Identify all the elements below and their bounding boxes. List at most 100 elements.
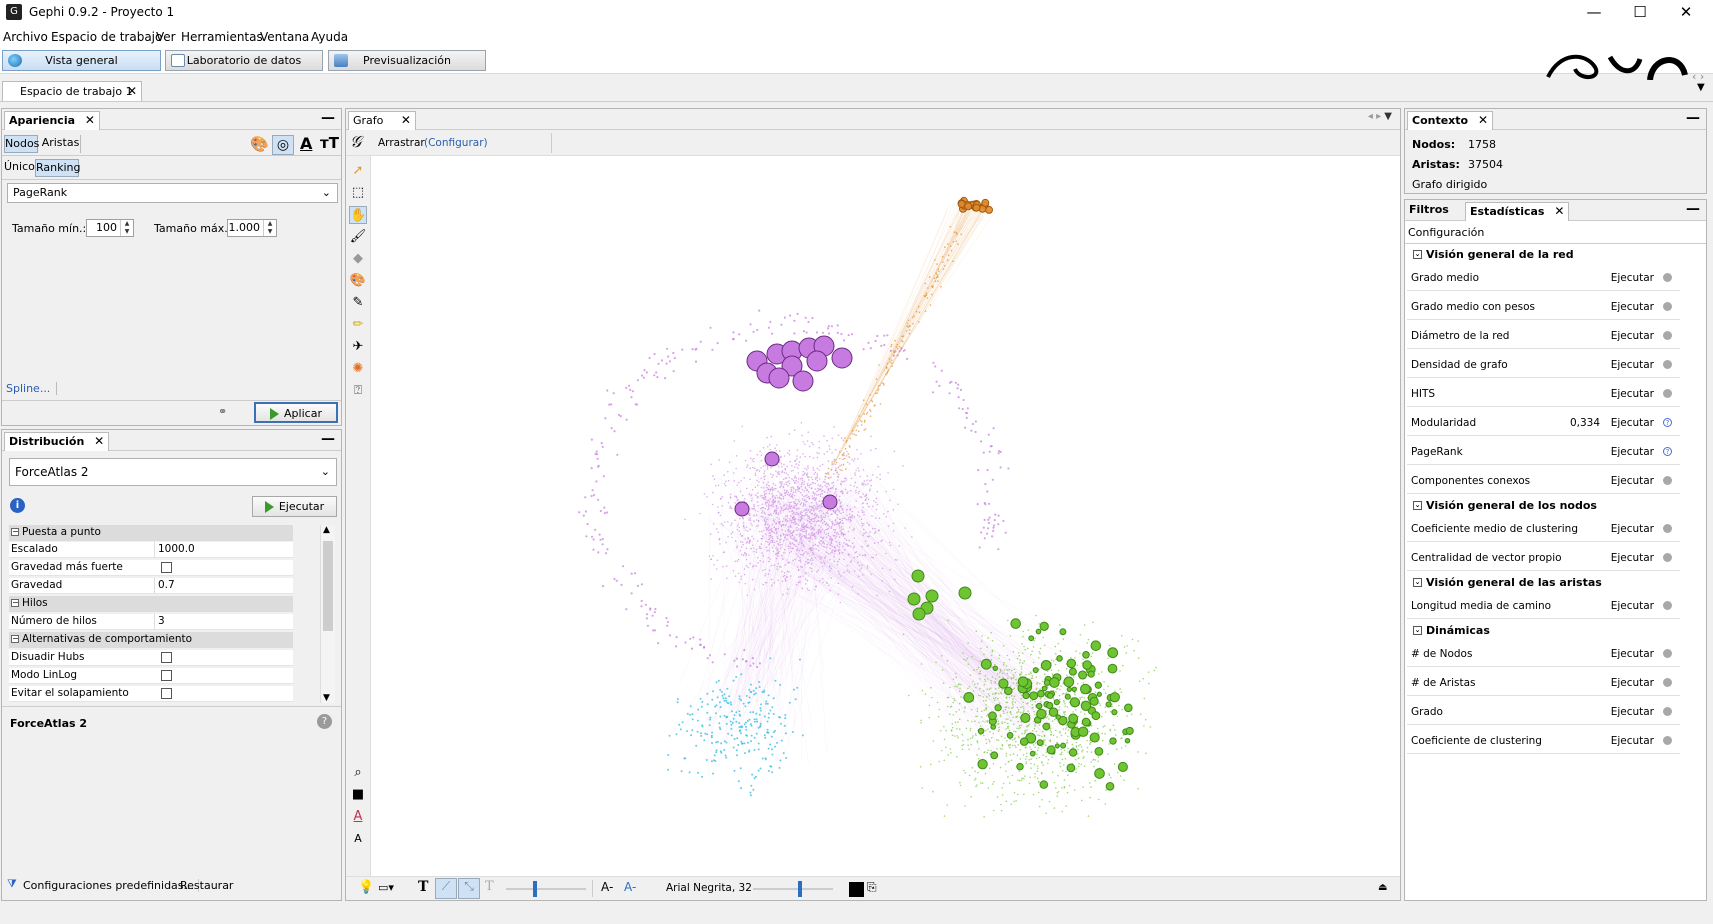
graph-node[interactable] (717, 484, 720, 487)
graph-node[interactable] (1104, 725, 1106, 727)
graph-node[interactable] (792, 469, 794, 472)
graph-node[interactable] (767, 481, 769, 484)
graph-node[interactable] (1063, 699, 1065, 702)
graph-node[interactable] (863, 523, 865, 525)
graph-node[interactable] (696, 730, 699, 733)
graph-node[interactable] (727, 521, 729, 523)
graph-node[interactable] (770, 488, 772, 490)
graph-node[interactable] (787, 520, 789, 522)
prop-value[interactable]: 0.7 (154, 578, 175, 593)
graph-node[interactable] (853, 506, 856, 508)
graph-node[interactable] (825, 533, 827, 535)
graph-node[interactable] (801, 479, 804, 482)
graph-node[interactable] (859, 419, 862, 422)
diamond-icon[interactable]: ◆ (349, 250, 367, 268)
graph-node[interactable] (759, 767, 762, 770)
graph-node[interactable] (975, 785, 977, 788)
graph-node[interactable] (1059, 698, 1061, 701)
graph-node[interactable] (744, 705, 747, 708)
graph-node[interactable] (1043, 673, 1046, 675)
graph-node[interactable] (688, 771, 691, 774)
graph-node[interactable] (827, 512, 829, 515)
graph-node[interactable] (976, 707, 979, 710)
graph-node[interactable] (984, 772, 987, 775)
rectangle-select-icon[interactable]: ⬚ (349, 184, 367, 202)
graph-node[interactable] (819, 558, 822, 560)
graph-node[interactable] (768, 506, 770, 508)
graph-node[interactable] (823, 546, 826, 548)
graph-node[interactable] (788, 561, 790, 564)
graph-node[interactable] (602, 475, 605, 478)
graph-node[interactable] (1030, 767, 1032, 769)
graph-node[interactable] (1077, 682, 1079, 685)
graph-node[interactable] (1063, 676, 1075, 688)
graph-node[interactable] (993, 524, 996, 527)
graph-node[interactable] (792, 559, 794, 562)
graph-node[interactable] (1011, 707, 1013, 709)
graph-node[interactable] (814, 588, 816, 591)
graph-node[interactable] (985, 205, 993, 214)
graph-node[interactable] (736, 665, 739, 668)
graph-node[interactable] (743, 527, 746, 529)
graph-node[interactable] (1067, 729, 1070, 731)
graph-node[interactable] (652, 629, 655, 632)
graph-node[interactable] (779, 520, 781, 523)
graph-node[interactable] (731, 531, 734, 533)
graph-node[interactable] (1098, 702, 1101, 705)
graph-node[interactable] (768, 549, 770, 552)
graph-node[interactable] (987, 518, 990, 521)
graph-node[interactable] (1082, 757, 1084, 759)
graph-node[interactable] (799, 553, 802, 556)
graph-node[interactable] (584, 510, 587, 513)
graph-node[interactable] (1126, 645, 1128, 647)
prop-threads[interactable]: Número de hilos 3 (9, 614, 293, 630)
graph-node[interactable] (1037, 791, 1040, 794)
graph-node[interactable] (875, 378, 878, 380)
graph-node[interactable] (1012, 651, 1015, 653)
graph-node[interactable] (801, 434, 803, 437)
graph-node[interactable] (768, 443, 771, 446)
graph-node[interactable] (823, 562, 826, 565)
graph-node[interactable] (742, 522, 745, 524)
graph-node[interactable] (959, 388, 963, 391)
graph-node[interactable] (1036, 681, 1039, 684)
graph-node[interactable] (820, 526, 822, 528)
graph-node[interactable] (770, 528, 772, 531)
text-size-icon[interactable]: T (485, 879, 494, 894)
graph-node[interactable] (786, 489, 788, 492)
graph-node[interactable] (755, 565, 758, 567)
graph-node[interactable] (987, 693, 990, 695)
graph-node[interactable] (960, 696, 962, 698)
spinner-arrows-icon[interactable]: ▲ ▼ (120, 220, 133, 236)
graph-node[interactable] (730, 710, 733, 713)
graph-node[interactable] (1114, 729, 1116, 731)
graph-node[interactable] (765, 582, 768, 584)
graph-node[interactable] (1009, 710, 1012, 713)
graph-node[interactable] (1088, 730, 1091, 733)
graph-node[interactable] (949, 748, 952, 750)
graph-node[interactable] (896, 354, 899, 357)
graph-node[interactable] (947, 254, 950, 256)
graph-node[interactable] (796, 686, 799, 689)
graph-node[interactable] (743, 573, 746, 576)
graph-node[interactable] (784, 508, 787, 510)
graph-node[interactable] (818, 542, 821, 545)
graph-node[interactable] (765, 520, 767, 523)
graph-node[interactable] (779, 512, 782, 514)
graph-node[interactable] (755, 519, 758, 521)
graph-node[interactable] (838, 536, 841, 538)
expand-icon[interactable]: ⏏ (1378, 882, 1387, 893)
graph-node[interactable] (785, 518, 787, 521)
graph-node[interactable] (1064, 705, 1066, 707)
graph-node[interactable] (755, 548, 758, 551)
graph-node[interactable] (828, 484, 830, 486)
graph-node[interactable] (985, 738, 987, 741)
graph-node[interactable] (792, 547, 794, 550)
graph-node[interactable] (952, 701, 955, 704)
graph-node[interactable] (769, 657, 772, 660)
graph-node[interactable] (1122, 664, 1124, 667)
graph-node[interactable] (821, 577, 824, 580)
graph-node[interactable] (1037, 767, 1039, 770)
graph-node[interactable] (698, 643, 702, 646)
graph-node[interactable] (784, 577, 786, 580)
